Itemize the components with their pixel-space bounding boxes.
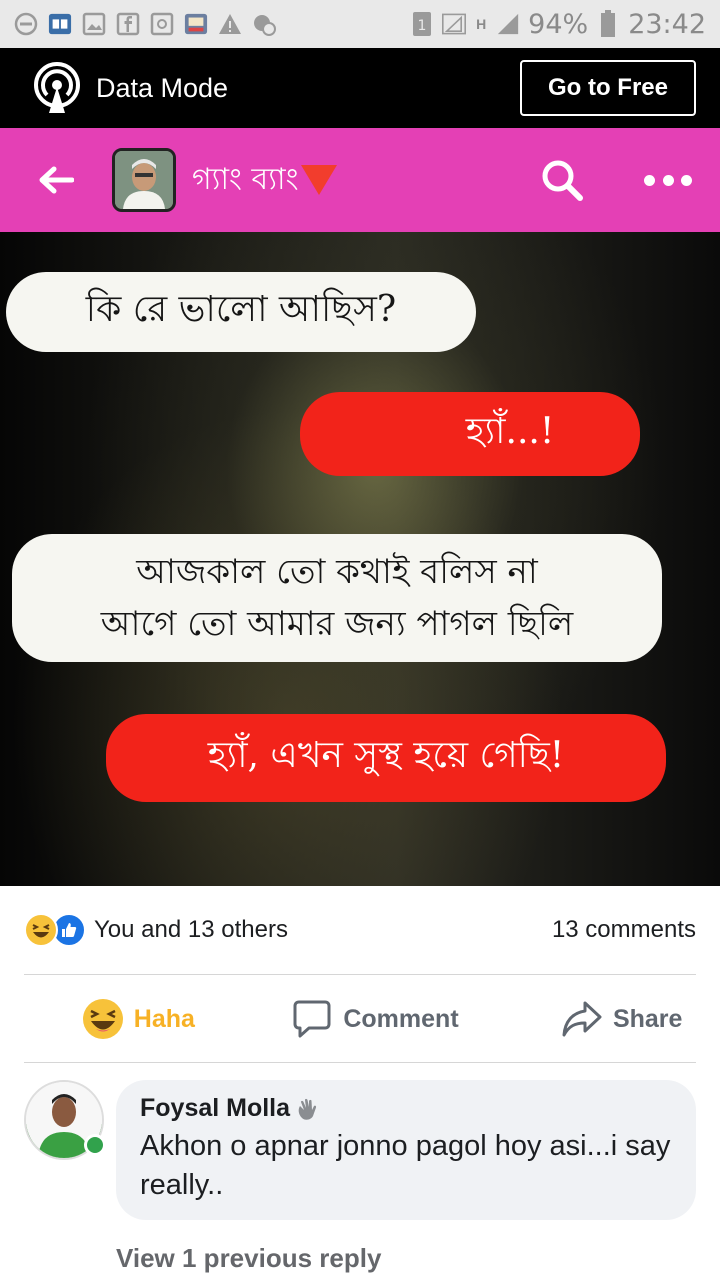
comment-label: Comment [343,1004,459,1033]
do-not-disturb-icon [14,12,38,36]
go-to-free-button[interactable]: Go to Free [520,60,696,116]
status-bar: 1 H 94% 23:42 [0,0,720,48]
chat-bubble-1-text: কি রে ভালো আছিস? [85,289,397,330]
group-header: গ্যাং ব্যাং [0,128,720,232]
notification-icons [14,12,276,36]
avatar-photo-icon [115,151,173,209]
more-options-button[interactable] [644,170,692,190]
data-mode-icon [34,62,80,113]
chat-bubble-3-line-2: আগে তো আমার জন্য পাগল ছিলি [100,604,574,644]
chat-bubble-4: হ্যাঁ, এখন সুস্থ হয়ে গেছি! [106,714,666,802]
data-mode-bar: Data Mode Go to Free [0,48,720,128]
view-previous-reply-link[interactable]: View 1 previous reply [116,1243,381,1274]
battery-percent: 94% [528,8,589,40]
search-icon [542,160,583,201]
group-avatar[interactable] [112,148,176,212]
system-indicators: 1 H 94% 23:42 [410,9,706,40]
comment-text: Akhon o apnar jonno pagol hoy asi...i sa… [140,1130,671,1201]
comment-count[interactable]: 13 comments [552,916,696,944]
back-button[interactable] [36,160,76,200]
facebook-icon [116,12,140,36]
share-label: Share [612,1004,683,1033]
waving-hand-icon [298,1098,317,1120]
divider [24,1062,696,1063]
chat-bubble-3-line-1: আজকাল তো কথাই বলিস না [136,552,538,592]
comment-author-name: Foysal Molla [140,1094,291,1122]
signal-2-icon [496,12,520,36]
more-dot-icon [644,174,655,186]
comment-bubble-icon [293,1000,331,1038]
chat-bubble-1: কি রে ভালো আছিস? [6,272,476,352]
comment-bubble[interactable]: Foysal Molla Akhon o apnar jonno pagol h… [116,1080,696,1220]
search-button[interactable] [540,158,584,202]
book-app-icon [48,12,72,36]
settings-badge-icon [252,12,276,36]
red-triangle-icon [300,165,337,195]
chat-bubble-2: হ্যাঁ...! [300,392,640,476]
clock: 23:42 [628,8,706,40]
signal-1-icon [442,12,467,36]
chat-bubble-3: আজকাল তো কথাই বলিস না আগে তো আমার জন্য প… [12,534,662,662]
reaction-summary-text: You and 13 others [94,916,288,943]
email-icon [150,12,174,36]
group-title[interactable]: গ্যাং ব্যাং [192,155,337,206]
chat-bubble-2-text: হ্যাঁ...! [465,411,555,452]
sim-icon: 1 [410,12,434,36]
haha-button[interactable]: Haha [0,998,237,1040]
share-arrow-icon [562,1001,602,1037]
back-arrow-icon [39,166,74,194]
network-type-icon: H [476,16,487,32]
more-dot-icon [662,174,674,186]
comment-button[interactable]: Comment [237,998,474,1040]
image-icon [82,12,106,36]
haha-label: Haha [133,1004,195,1033]
post-image[interactable]: কি রে ভালো আছিস? হ্যাঁ...! আজকাল তো কথাই… [0,232,720,886]
comment-author[interactable]: Foysal Molla [140,1094,672,1123]
book-app-icon-2 [184,12,208,36]
online-status-dot [84,1134,106,1156]
battery-icon [596,10,620,37]
chat-bubble-4-text: হ্যাঁ, এখন সুস্থ হয়ে গেছি! [207,735,565,776]
data-mode-label: Data Mode [96,72,229,103]
haha-reaction-icon [24,913,58,947]
post-actions: Haha Comment Share [0,975,720,1063]
more-dot-icon [681,174,692,186]
warning-icon [218,12,242,36]
reactions-summary[interactable]: You and 13 others 13 comments [0,886,720,974]
sim-label: 1 [418,18,427,34]
reaction-icons [24,913,86,947]
group-title-text: গ্যাং ব্যাং [192,161,299,197]
share-button[interactable]: Share [473,998,720,1040]
haha-emoji-icon [82,999,123,1039]
